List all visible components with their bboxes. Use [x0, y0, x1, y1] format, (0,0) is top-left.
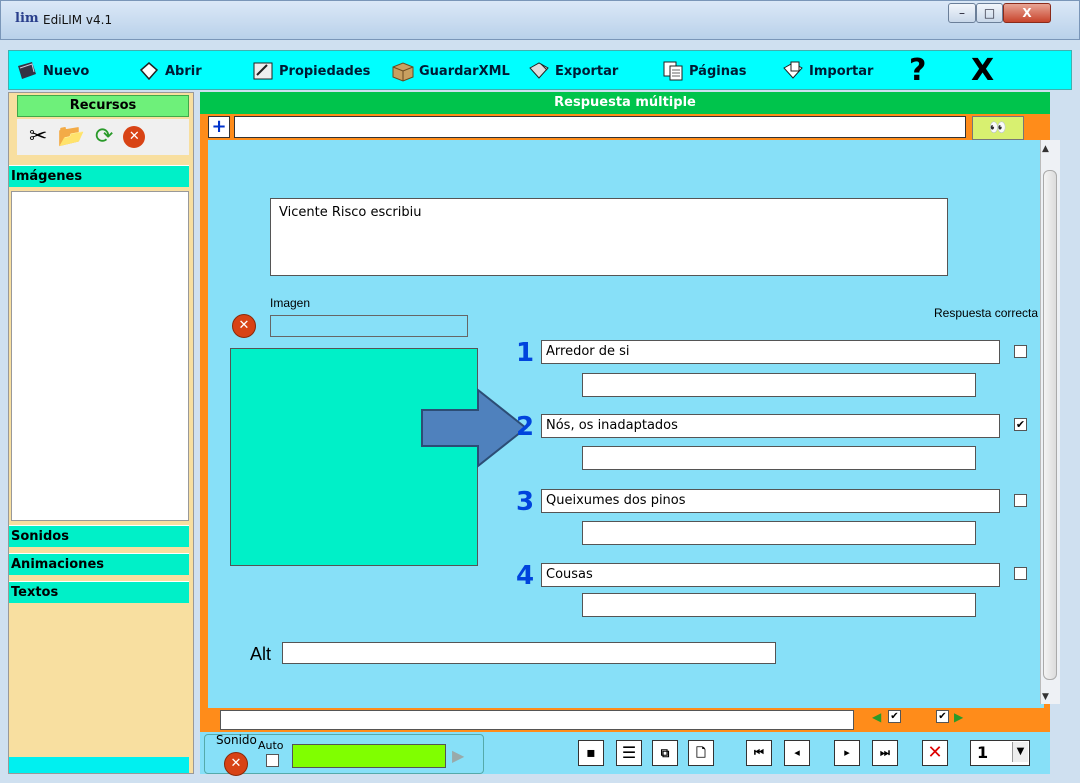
answer-field-4[interactable]: Cousas	[541, 563, 1000, 587]
activity-name-input[interactable]	[234, 116, 966, 138]
properties-button[interactable]: Propiedades	[251, 57, 370, 85]
remove-sound-button[interactable]: ✕	[224, 752, 248, 776]
feedback-field-2[interactable]	[582, 446, 976, 470]
scroll-thumb[interactable]	[1043, 170, 1057, 680]
image-name-input[interactable]	[270, 315, 468, 337]
new-label: Nuevo	[43, 63, 90, 79]
export-icon	[529, 62, 549, 79]
maximize-button[interactable]: □	[976, 3, 1003, 23]
sound-label: Sonido	[216, 733, 257, 747]
alt-label: Alt	[250, 644, 272, 664]
close-window-button[interactable]: X	[1003, 3, 1051, 23]
save-xml-label: GuardarXML	[419, 63, 510, 79]
import-label: Importar	[809, 63, 874, 79]
refresh-icon[interactable]: ⟳	[95, 126, 113, 148]
scroll-down-icon[interactable]: ▼	[1042, 692, 1049, 702]
help-button[interactable]: ?	[909, 53, 926, 88]
resources-panel: Recursos ✂ 📂 ⟳ ✕ Imágenes Sonidos Animac…	[8, 92, 194, 774]
auto-label: Auto	[258, 739, 284, 752]
properties-label: Propiedades	[279, 63, 371, 79]
answer-field-3[interactable]: Queixumes dos pinos	[541, 489, 1000, 513]
import-button[interactable]: Importar	[781, 57, 873, 85]
prev-page-icon[interactable]: ◂	[784, 740, 810, 766]
main-toolbar: Nuevo Abrir Propiedades GuardarXML Expor…	[8, 50, 1072, 90]
open-label: Abrir	[165, 63, 202, 79]
export-label: Exportar	[555, 63, 619, 79]
folder-open-icon[interactable]: 📂	[57, 126, 84, 148]
import-icon	[783, 61, 803, 79]
minimize-button[interactable]: –	[948, 3, 976, 23]
next-checkbox[interactable]: ✔	[936, 710, 949, 723]
list-icon[interactable]: ☰	[616, 740, 642, 766]
add-button[interactable]: +	[208, 116, 230, 138]
new-book-icon	[18, 62, 36, 79]
category-images[interactable]: Imágenes	[9, 165, 189, 187]
category-animations[interactable]: Animaciones	[9, 553, 189, 575]
next-arrow-icon[interactable]: ▶	[954, 710, 963, 724]
remove-image-button[interactable]: ✕	[232, 314, 256, 338]
resources-header: Recursos	[17, 95, 189, 117]
properties-icon	[253, 62, 273, 80]
feedback-field-1[interactable]	[582, 373, 976, 397]
answer-field-1[interactable]: Arredor de si	[541, 340, 1000, 364]
category-texts[interactable]: Textos	[9, 581, 189, 603]
pages-icon	[663, 61, 683, 81]
save-xml-button[interactable]: GuardarXML	[391, 57, 510, 85]
correct-checkbox-1[interactable]	[1014, 345, 1027, 358]
resources-icon-bar: ✂ 📂 ⟳ ✕	[17, 119, 189, 155]
correct-checkbox-3[interactable]	[1014, 494, 1027, 507]
new-button[interactable]: Nuevo	[15, 57, 89, 85]
activity-title: Respuesta múltiple	[200, 92, 1050, 114]
correct-checkbox-2[interactable]: ✔	[1014, 418, 1027, 431]
box-icon	[392, 62, 414, 82]
prev-arrow-icon[interactable]: ◀	[872, 710, 881, 724]
preview-button[interactable]: 👀	[972, 116, 1024, 140]
auto-checkbox[interactable]	[266, 754, 279, 767]
pages-button[interactable]: Páginas	[661, 57, 746, 85]
eyes-icon: 👀	[989, 120, 1007, 136]
pages-label: Páginas	[689, 63, 747, 79]
alt-text-input[interactable]	[282, 642, 776, 664]
last-page-icon[interactable]: ⏭	[872, 740, 898, 766]
duplicate-page-icon[interactable]: ⧉	[652, 740, 678, 766]
exit-button[interactable]: X	[971, 53, 994, 88]
scroll-up-icon[interactable]: ▲	[1042, 144, 1049, 154]
open-button[interactable]: Abrir	[137, 57, 202, 85]
feedback-field-3[interactable]	[582, 521, 976, 545]
window-titlebar: lim EdiLIM v4.1 – □ X	[0, 0, 1080, 40]
category-sounds[interactable]: Sonidos	[9, 525, 189, 547]
bottom-text-input[interactable]	[220, 710, 854, 730]
window-title: EdiLIM v4.1	[43, 13, 113, 27]
tools-icon[interactable]: ✂	[29, 126, 47, 148]
answer-number-1: 1	[516, 338, 535, 368]
correct-answer-label: Respuesta correcta	[934, 306, 1039, 320]
app-logo: lim	[15, 11, 39, 26]
left-bottom-strip	[9, 757, 189, 773]
feedback-field-4[interactable]	[582, 593, 976, 617]
pointer-arrow-icon	[421, 388, 528, 468]
first-page-icon[interactable]: ⏮	[746, 740, 772, 766]
delete-icon[interactable]: ✕	[123, 126, 146, 148]
chevron-down-icon[interactable]: ▼	[1012, 742, 1028, 762]
answer-number-2: 2	[516, 412, 535, 442]
export-button[interactable]: Exportar	[527, 57, 618, 85]
question-textarea[interactable]: Vicente Risco escribiu	[270, 198, 948, 276]
image-label: Imagen	[270, 296, 311, 310]
correct-checkbox-4[interactable]	[1014, 567, 1027, 580]
new-page-icon[interactable]: 🗋	[688, 740, 714, 766]
delete-page-icon[interactable]: ✕	[922, 740, 948, 766]
next-page-icon[interactable]: ▸	[834, 740, 860, 766]
prev-checkbox[interactable]: ✔	[888, 710, 901, 723]
answer-number-4: 4	[516, 561, 535, 591]
play-icon[interactable]: ▶	[452, 746, 464, 765]
save-icon[interactable]: ▪	[578, 740, 604, 766]
open-icon	[139, 62, 159, 81]
images-list[interactable]	[11, 191, 189, 521]
answer-number-3: 3	[516, 487, 535, 517]
answer-field-2[interactable]: Nós, os inadaptados	[541, 414, 1000, 438]
sound-name-field[interactable]	[292, 744, 446, 768]
